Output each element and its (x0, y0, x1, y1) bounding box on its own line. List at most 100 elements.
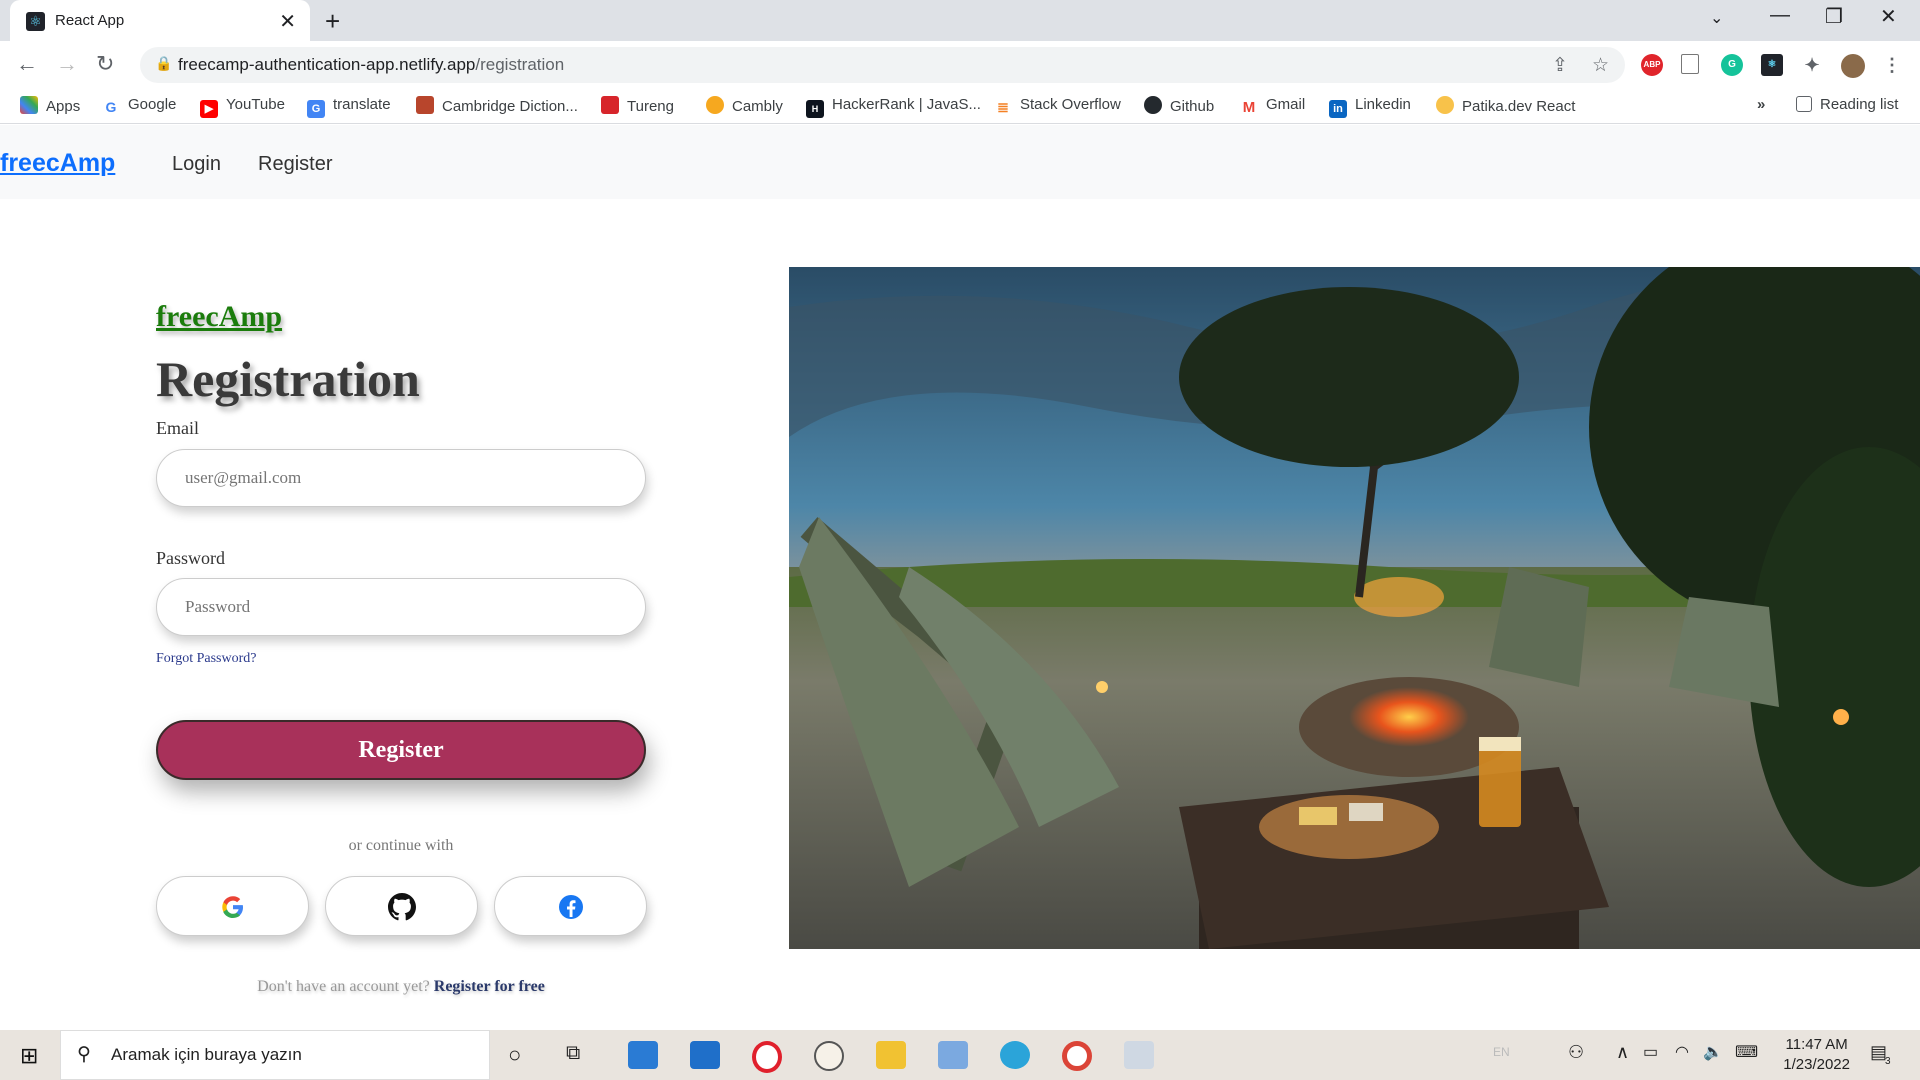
this-pc-icon[interactable] (938, 1041, 968, 1069)
lock-icon[interactable]: 🔒 (155, 55, 172, 72)
language-indicator[interactable]: EN (1493, 1045, 1510, 1059)
reload-icon[interactable]: ↻ (96, 51, 114, 77)
extensions-puzzle-icon[interactable]: ✦ (1801, 54, 1823, 76)
email-field[interactable] (156, 449, 646, 507)
bookmark-cambly[interactable]: Cambly (706, 96, 783, 115)
youtube-icon: ▶ (200, 100, 218, 118)
notification-count: 3 (1885, 1056, 1891, 1067)
bookmarks-overflow-icon[interactable]: » (1757, 96, 1765, 113)
stackoverflow-icon: ≣ (994, 98, 1012, 116)
bookmark-github[interactable]: Github (1144, 96, 1214, 115)
forward-icon[interactable]: → (56, 51, 78, 77)
forgot-password-link[interactable]: Forgot Password? (156, 651, 256, 667)
react-devtools-icon[interactable]: ⚛ (1761, 54, 1783, 76)
browser-toolbar: ← → ↻ 🔒 freecamp-authentication-app.netl… (0, 41, 1920, 90)
close-window-icon[interactable]: ✕ (1880, 4, 1897, 29)
google-icon: G (102, 98, 120, 116)
bookmark-apps[interactable]: Apps (20, 96, 80, 115)
people-icon[interactable]: ⚇ (1568, 1042, 1584, 1063)
tab-strip: ⚛ React App ✕ + ⌄ — ❐ ✕ (0, 0, 1920, 41)
navbar-brand-link[interactable]: freecAmp (0, 149, 115, 178)
menu-icon[interactable]: ⋮ (1881, 54, 1903, 76)
bookmark-tureng[interactable]: Tureng (601, 96, 674, 115)
restore-icon[interactable]: ❐ (1825, 4, 1843, 29)
edge-icon[interactable] (1000, 1041, 1030, 1069)
password-label: Password (156, 548, 226, 568)
linkedin-icon: in (1329, 100, 1347, 118)
register-button[interactable]: Register (156, 720, 646, 780)
react-favicon-icon: ⚛ (26, 12, 45, 31)
wifi-icon[interactable]: ◠ (1675, 1042, 1689, 1062)
store-icon[interactable] (690, 1041, 720, 1069)
facebook-icon (559, 895, 583, 919)
translate-icon: G (307, 100, 325, 118)
taskbar: ⊞ ⚲ Aramak için buraya yazın ○ ⧉ EN ⚇ ∧ … (0, 1030, 1920, 1080)
github-icon (388, 893, 416, 921)
bookmark-linkedin[interactable]: in Linkedin (1329, 96, 1411, 118)
form-brand-link[interactable]: freecAmp (156, 300, 282, 334)
battery-icon[interactable]: ▭ (1643, 1042, 1658, 1062)
password-field[interactable] (156, 578, 646, 636)
cambridge-icon (416, 96, 434, 114)
signup-prompt: Don't have an account yet? Register for … (156, 978, 646, 996)
google-login-button[interactable] (156, 876, 309, 936)
or-continue-text: or continue with (348, 837, 454, 854)
search-icon: ⚲ (77, 1044, 91, 1065)
paint-icon[interactable] (1124, 1041, 1154, 1069)
volume-icon[interactable]: 🔈 (1703, 1042, 1723, 1062)
cortana-icon[interactable]: ○ (508, 1042, 521, 1068)
bookmark-patika[interactable]: Patika.dev React (1436, 96, 1575, 115)
bookmark-hackerrank[interactable]: H HackerRank | JavaS... (806, 96, 981, 118)
campfire-photo (789, 267, 1920, 949)
file-explorer-icon[interactable] (876, 1041, 906, 1069)
adblock-extension-icon[interactable]: ABP (1641, 54, 1663, 76)
bookmark-google[interactable]: G Google (102, 96, 176, 116)
clock-time: 11:47 AM (1785, 1036, 1848, 1053)
facebook-login-button[interactable] (494, 876, 647, 936)
share-icon[interactable]: ⇪ (1552, 54, 1568, 77)
keyboard-icon[interactable]: ⌨ (1735, 1042, 1758, 1062)
apps-grid-icon (20, 96, 38, 114)
profile-avatar[interactable] (1841, 54, 1865, 78)
cambly-icon (706, 96, 724, 114)
clock-date: 1/23/2022 (1783, 1056, 1850, 1073)
nav-register-link[interactable]: Register (258, 153, 332, 176)
register-free-link[interactable]: Register for free (434, 978, 545, 995)
tab-close-icon[interactable]: ✕ (279, 9, 296, 34)
media-player-icon[interactable] (628, 1041, 658, 1069)
github-login-button[interactable] (325, 876, 478, 936)
tab-search-icon[interactable]: ⌄ (1710, 8, 1723, 28)
chrome-icon[interactable] (1062, 1041, 1092, 1071)
windows-start-icon[interactable]: ⊞ (20, 1043, 38, 1069)
google-icon (222, 896, 243, 918)
taskbar-search-text: Aramak için buraya yazın (111, 1045, 302, 1064)
address-bar[interactable]: 🔒 freecamp-authentication-app.netlify.ap… (140, 47, 1625, 83)
taskbar-clock[interactable]: 11:47 AM 1/23/2022 (1783, 1035, 1850, 1075)
browser-tab[interactable]: ⚛ React App ✕ (10, 0, 310, 41)
sidebar-extension-icon[interactable] (1681, 54, 1699, 74)
page-title: Registration (156, 351, 420, 407)
gmail-icon: M (1240, 99, 1258, 117)
show-hidden-icons[interactable]: ∧ (1616, 1042, 1629, 1063)
new-tab-button[interactable]: + (325, 6, 340, 37)
bookmark-stackoverflow[interactable]: ≣ Stack Overflow (994, 96, 1121, 116)
reading-list[interactable]: Reading list (1796, 96, 1898, 113)
bookmark-gmail[interactable]: M Gmail (1240, 96, 1305, 117)
bookmark-translate[interactable]: Gtranslate (307, 96, 391, 118)
back-icon[interactable]: ← (16, 51, 38, 77)
email-label: Email (156, 418, 199, 438)
minimize-icon[interactable]: — (1770, 4, 1790, 27)
grammarly-extension-icon[interactable]: G (1721, 54, 1743, 76)
opera-icon[interactable] (752, 1041, 782, 1073)
bookmark-youtube[interactable]: ▶ YouTube (200, 96, 285, 118)
bookmark-star-icon[interactable]: ☆ (1592, 54, 1609, 77)
taskbar-search[interactable]: ⚲ Aramak için buraya yazın (60, 1030, 490, 1080)
app-navbar: freecAmp Login Register (0, 125, 1920, 199)
nav-login-link[interactable]: Login (172, 153, 221, 176)
github-icon (1144, 96, 1162, 114)
no-account-text: Don't have an account yet? (257, 978, 430, 995)
bookmark-cambridge[interactable]: Cambridge Diction... (416, 96, 578, 115)
task-view-icon[interactable]: ⧉ (566, 1042, 580, 1065)
clock-app-icon[interactable] (814, 1041, 844, 1071)
hackerrank-icon: H (806, 100, 824, 118)
